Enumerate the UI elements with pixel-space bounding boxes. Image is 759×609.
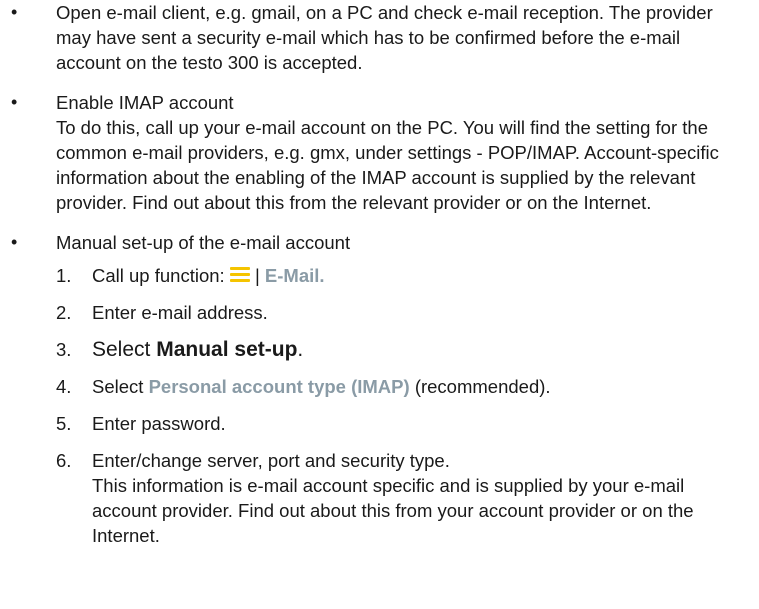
document-body: • Open e-mail client, e.g. gmail, on a P… (0, 0, 759, 548)
step-number: 3. (56, 339, 72, 360)
setup-steps-list: 1. Call up function: | E-Mail. 2. Enter … (0, 263, 759, 548)
step-select-manual-setup: 3. Select Manual set-up. (0, 337, 759, 362)
step-suffix: . (297, 338, 304, 361)
step-server-settings: 6. Enter/change server, port and securit… (0, 448, 759, 548)
step-prefix: Select (92, 338, 151, 361)
bullet-text: To do this, call up your e-mail account … (56, 117, 719, 213)
bullet-heading: Manual set-up of the e-mail account (56, 232, 351, 253)
step-number: 1. (56, 265, 72, 286)
ui-ref-account-type: Personal account type (IMAP) (148, 376, 410, 397)
step-number: 2. (56, 302, 72, 323)
step-call-up-function: 1. Call up function: | E-Mail. (0, 263, 759, 288)
step-suffix: (recommended). (414, 376, 551, 397)
bullet-heading: Enable IMAP account (56, 92, 234, 113)
step-select-account-type: 4. Select Personal account type (IMAP) (… (0, 374, 759, 399)
step-enter-address: 2. Enter e-mail address. (0, 300, 759, 325)
menu-icon (229, 267, 250, 283)
step-number: 6. (56, 450, 72, 471)
ui-ref-email: E-Mail. (264, 265, 325, 286)
step-text: Call up function: | E-Mail. (92, 263, 759, 288)
step-note: This information is e-mail account speci… (92, 475, 694, 546)
step-text: Enter e-mail address. (92, 302, 268, 323)
bullet-icon: • (11, 232, 18, 252)
bullet-icon: • (11, 92, 18, 112)
step-prefix: Call up function: (92, 265, 225, 286)
step-text: Select Personal account type (IMAP) (rec… (92, 374, 759, 399)
bullet-item-enable-imap: • Enable IMAP account To do this, call u… (0, 90, 759, 215)
step-number: 5. (56, 413, 72, 434)
step-text: Enter/change server, port and security t… (92, 450, 450, 471)
bullet-item-check-reception: • Open e-mail client, e.g. gmail, on a P… (0, 0, 759, 77)
bullet-text: Open e-mail client, e.g. gmail, on a PC … (56, 2, 713, 73)
step-prefix: Select (92, 376, 144, 397)
bullet-icon: • (11, 2, 18, 22)
step-text: Enter password. (92, 413, 226, 434)
bullet-item-manual-setup: • Manual set-up of the e-mail account (0, 230, 759, 255)
step-number: 4. (56, 376, 72, 397)
step-separator: | (254, 265, 260, 286)
ui-ref-manual-setup: Manual set-up (156, 338, 298, 361)
step-text: Select Manual set-up. (92, 337, 759, 362)
step-enter-password: 5. Enter password. (0, 411, 759, 436)
